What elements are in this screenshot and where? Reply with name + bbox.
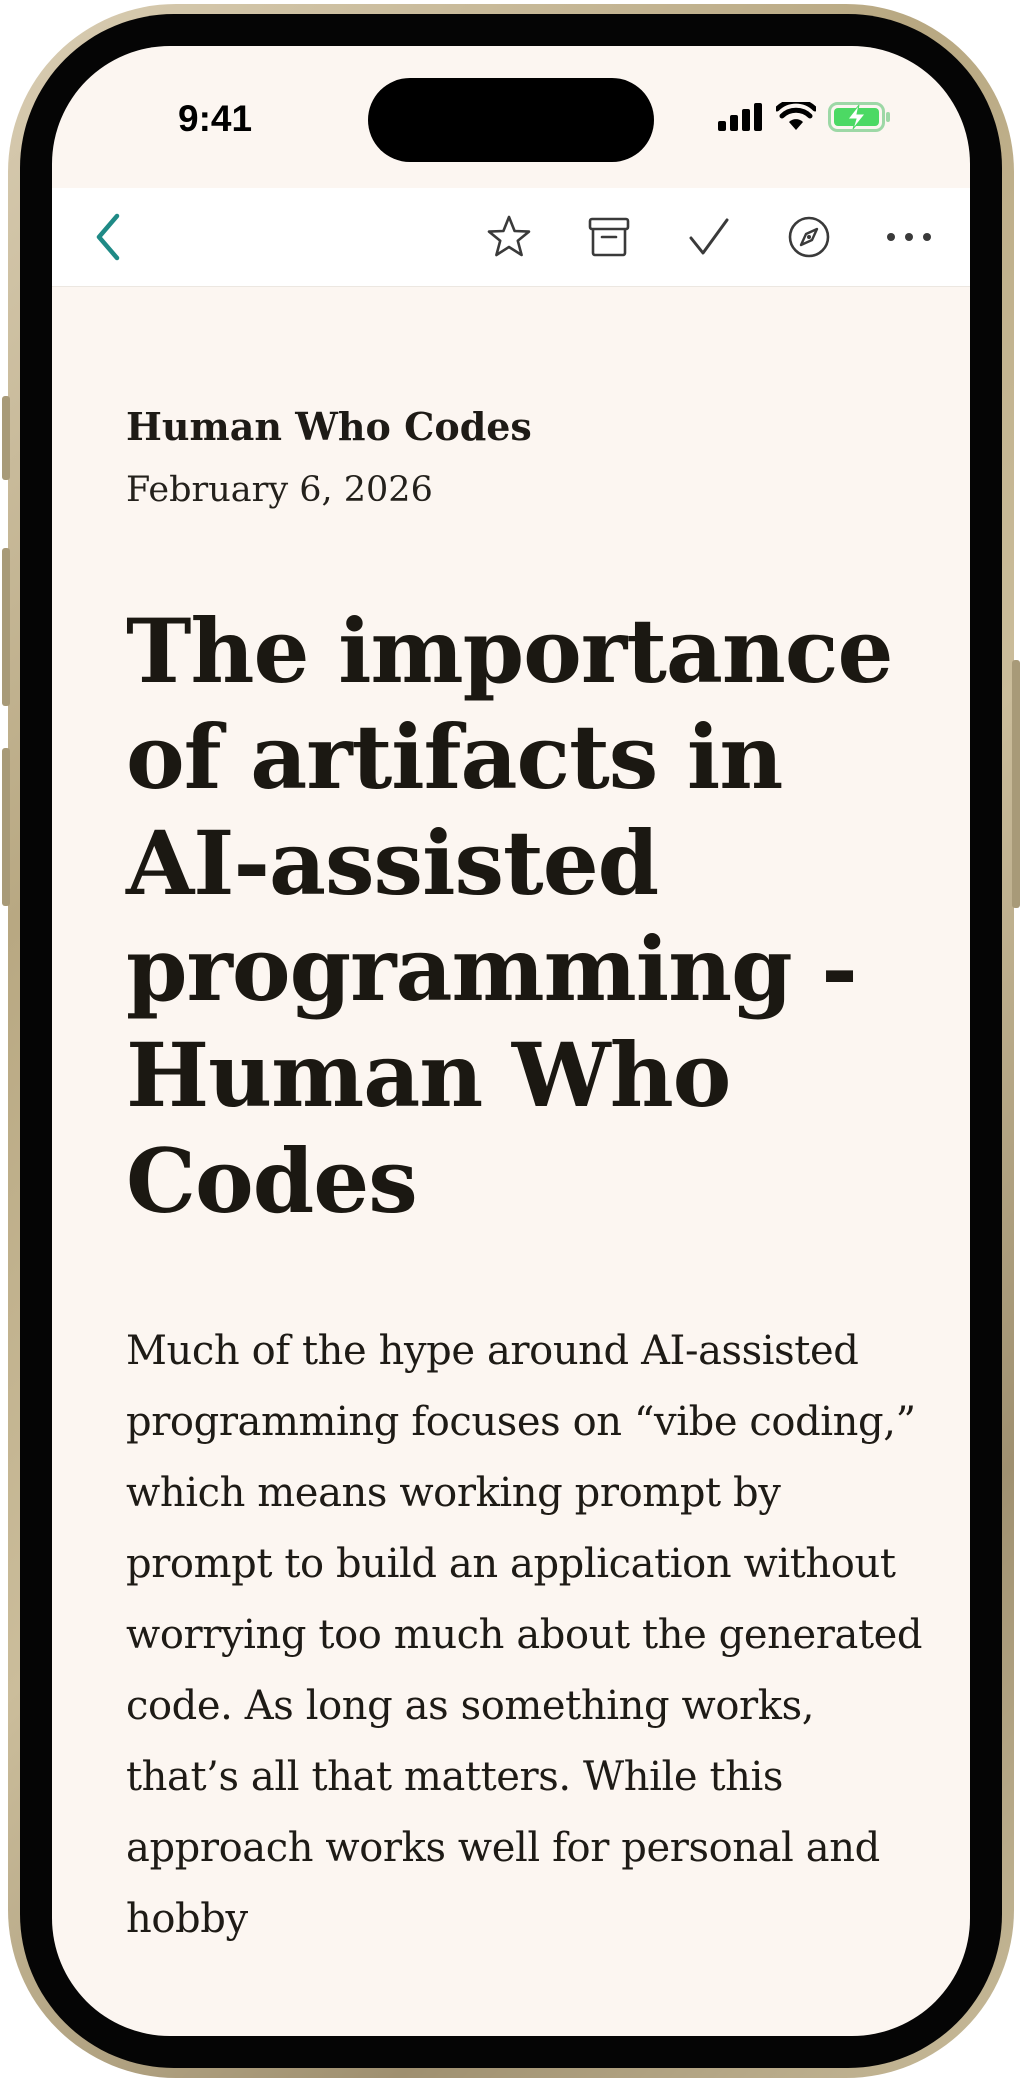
status-icons — [718, 102, 892, 132]
battery-charging-icon — [828, 102, 890, 132]
status-time: 9:41 — [178, 98, 253, 139]
wifi-icon — [776, 102, 816, 130]
cellular-signal-icon — [718, 103, 762, 131]
volume-down-button — [2, 748, 10, 906]
open-in-browser-button[interactable] — [774, 202, 844, 272]
chevron-left-icon — [96, 213, 120, 261]
article-title: The importance of artifacts in AI-assist… — [126, 599, 893, 1233]
screen: 9:41 Human Who Codes February 6, 2026 Th… — [52, 46, 970, 2036]
dynamic-island — [368, 78, 654, 162]
action-button — [2, 396, 10, 480]
compass-icon — [788, 216, 830, 258]
article-date: February 6, 2026 — [126, 470, 433, 510]
back-button[interactable] — [74, 202, 144, 272]
mark-read-button[interactable] — [674, 202, 744, 272]
volume-up-button — [2, 548, 10, 706]
site-name: Human Who Codes — [126, 404, 532, 449]
status-bar: 9:41 — [52, 46, 970, 188]
checkmark-icon — [689, 218, 729, 255]
archive-button[interactable] — [574, 202, 644, 272]
star-icon — [487, 215, 531, 257]
power-button — [1012, 660, 1020, 908]
article-body: Much of the hype around AI-assisted prog… — [126, 1328, 923, 1942]
more-icon — [887, 233, 931, 241]
article-content: Human Who Codes February 6, 2026 The imp… — [126, 286, 926, 1955]
reader-toolbar — [52, 188, 970, 287]
archive-icon — [588, 217, 630, 257]
favorite-button[interactable] — [474, 202, 544, 272]
more-button[interactable] — [874, 202, 944, 272]
